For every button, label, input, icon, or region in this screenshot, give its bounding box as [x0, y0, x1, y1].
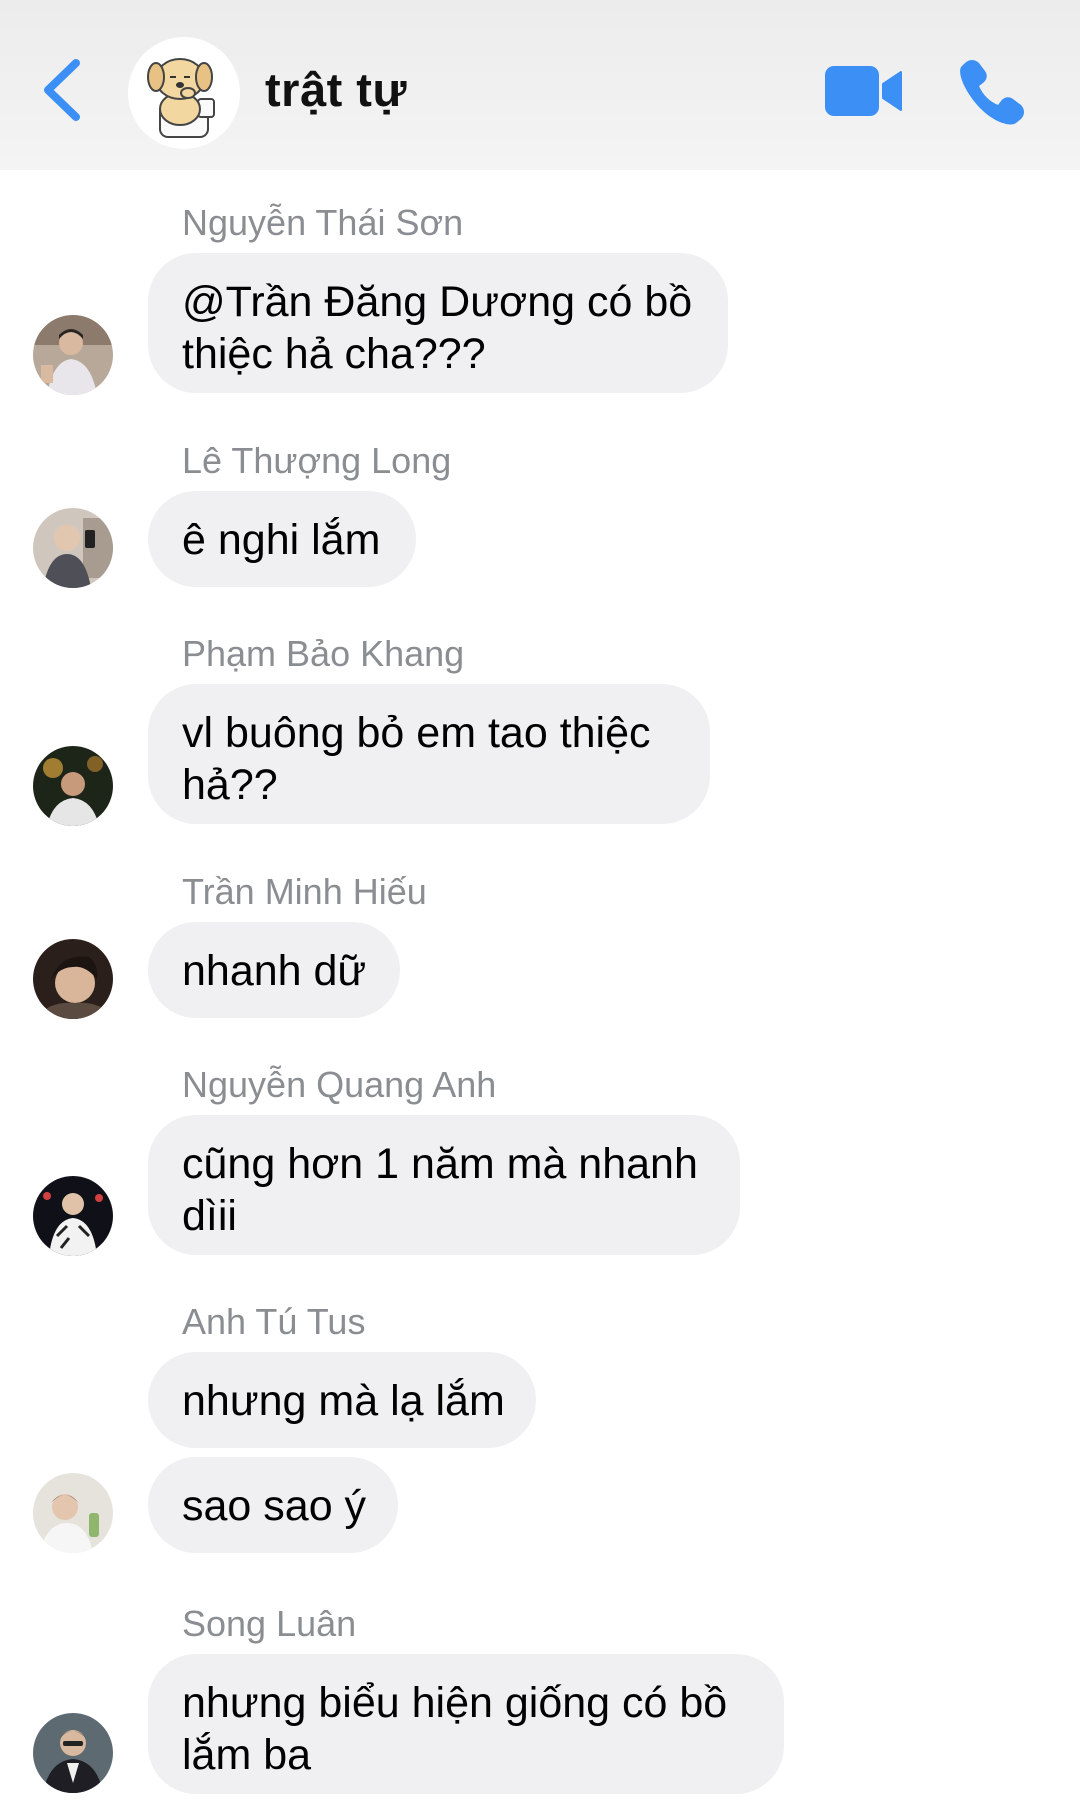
avatar[interactable] — [33, 315, 113, 395]
message-line: nhưng mà lạ lắm — [182, 1377, 505, 1425]
sender-name: Song Luân — [182, 1603, 357, 1644]
chat-header: trật tự — [0, 0, 1080, 170]
sender-name: Lê Thượng Long — [182, 440, 452, 481]
avatar[interactable] — [33, 939, 113, 1019]
message-bubble[interactable]: @Trần Đăng Dương có bồ thiệc hả cha??? — [148, 253, 728, 393]
message-bubble[interactable]: nhanh dữ — [148, 922, 400, 1018]
message-line: nhanh dữ — [182, 947, 367, 995]
chevron-left-icon — [44, 59, 80, 121]
avatar[interactable] — [33, 1473, 113, 1553]
sender-name: Anh Tú Tus — [182, 1301, 366, 1342]
dog-sticker-icon — [128, 37, 240, 149]
message-line: ê nghi lắm — [182, 516, 381, 564]
back-button[interactable] — [38, 55, 88, 125]
message-line: dìii — [182, 1192, 237, 1240]
voice-call-button[interactable] — [955, 55, 1027, 127]
avatar[interactable] — [33, 1176, 113, 1256]
sender-name: Nguyễn Quang Anh — [182, 1064, 497, 1105]
sender-name: Trần Minh Hiếu — [182, 871, 427, 912]
message-line: vl buông bỏ em tao thiệc — [182, 709, 651, 757]
message-bubble[interactable]: nhưng biểu hiện giống có bồ lắm ba — [148, 1654, 784, 1794]
message-line: nhưng biểu hiện giống có bồ — [182, 1679, 728, 1727]
message-bubble[interactable]: cũng hơn 1 năm mà nhanh dìii — [148, 1115, 740, 1255]
message-line: lắm ba — [182, 1731, 312, 1779]
avatar[interactable] — [33, 746, 113, 826]
group-avatar[interactable] — [128, 37, 240, 149]
chat-title[interactable]: trật tự — [265, 62, 407, 117]
message-bubble[interactable]: nhưng mà lạ lắm — [148, 1352, 536, 1448]
video-call-button[interactable] — [823, 62, 903, 120]
message-line: sao sao ý — [182, 1482, 367, 1530]
sender-name: Nguyễn Thái Sơn — [182, 202, 464, 243]
message-bubble[interactable]: vl buông bỏ em tao thiệc hả?? — [148, 684, 710, 824]
message-line: thiệc hả cha??? — [182, 330, 486, 378]
message-bubble[interactable]: sao sao ý — [148, 1457, 398, 1553]
message-line: hả?? — [182, 761, 278, 809]
message-line: @Trần Đăng Dương có bồ — [182, 278, 693, 326]
sender-name: Phạm Bảo Khang — [182, 633, 465, 674]
video-camera-icon — [825, 66, 902, 116]
avatar[interactable] — [33, 1713, 113, 1793]
message-bubble[interactable]: ê nghi lắm — [148, 491, 416, 587]
avatar[interactable] — [33, 508, 113, 588]
message-line: cũng hơn 1 năm mà nhanh — [182, 1140, 698, 1188]
phone-icon — [960, 60, 1024, 125]
